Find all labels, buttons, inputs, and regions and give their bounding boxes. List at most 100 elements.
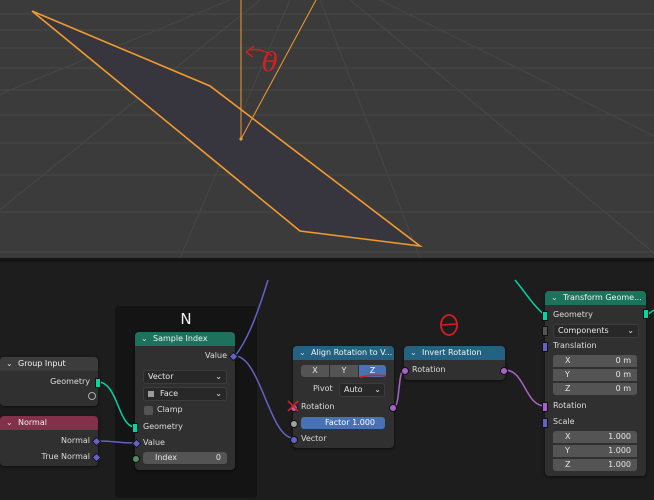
invert-rotation-label: Rotation	[412, 365, 446, 374]
socket-geometry-in[interactable]	[542, 311, 548, 321]
mode-value: Components	[558, 326, 609, 335]
sample-index-header[interactable]: ⌄ Sample Index	[135, 332, 235, 346]
domain-dropdown[interactable]: Face ⌄	[143, 387, 227, 401]
invert-rotation-node[interactable]: ⌄ Invert Rotation Rotation	[401, 346, 508, 380]
group-input-header[interactable]: ⌄ Group Input	[0, 357, 98, 371]
socket-transform-rotation-in[interactable]	[542, 402, 548, 412]
translation-label: Translation	[553, 341, 597, 350]
selected-plane[interactable]	[31, 10, 423, 248]
align-rotation-node[interactable]: ⌄ Align Rotation to V... X Y Z Pivot Aut…	[287, 346, 397, 448]
normal-node[interactable]: ⌄ Normal Normal True Normal	[0, 416, 102, 466]
translation-z-axis: Z	[565, 384, 571, 393]
pivot-dropdown[interactable]: Auto ⌄	[339, 383, 385, 397]
index-field[interactable]: Index 0	[143, 452, 227, 464]
transform-geometry-header[interactable]: ⌄ Transform Geome...	[545, 291, 646, 305]
socket-invert-rotation-in[interactable]	[401, 367, 409, 375]
normal-title: Normal	[18, 418, 47, 427]
dropdown-arrow-icon: ⌄	[627, 326, 634, 335]
scale-y-value: 1.000	[608, 446, 631, 455]
socket-invert-rotation-out[interactable]	[500, 367, 508, 375]
factor-field[interactable]: Factor 1.000	[301, 417, 385, 429]
link-invert-to-transform-rotation	[504, 369, 546, 407]
scale-z-field[interactable]: Z 1.000	[553, 459, 637, 471]
link-align-rotation-to-invert	[393, 369, 405, 408]
scale-x-field[interactable]: X 1.000	[553, 431, 637, 443]
translation-x-field[interactable]: X 0 m	[553, 355, 637, 367]
true-normal-output-label: True Normal	[41, 452, 90, 461]
axis-y-button[interactable]: Y	[330, 365, 358, 377]
dropdown-arrow-icon: ⌄	[374, 385, 381, 394]
invert-rotation-header[interactable]: ⌄ Invert Rotation	[404, 346, 505, 360]
align-rotation-header[interactable]: ⌄ Align Rotation to V...	[293, 346, 394, 360]
link-offscreen-to-transform-geometry	[514, 279, 546, 316]
theta-node-annotation	[440, 314, 458, 336]
factor-label: Factor	[325, 418, 350, 427]
frame-label: N	[180, 310, 192, 328]
socket-vector-in[interactable]	[290, 436, 298, 444]
translation-z-field[interactable]: Z 0 m	[553, 383, 637, 395]
transform-geometry-title: Transform Geome...	[563, 293, 642, 302]
group-input-node[interactable]: ⌄ Group Input Geometry	[0, 357, 101, 406]
transform-geometry-node[interactable]: ⌄ Transform Geome... Geometry Components…	[542, 291, 649, 476]
socket-factor-in[interactable]	[290, 420, 298, 428]
socket-true-normal-out[interactable]	[91, 452, 102, 463]
translation-y-value: 0 m	[615, 370, 631, 379]
object-origin	[239, 137, 243, 141]
scale-x-axis: X	[565, 432, 571, 441]
scale-x-value: 1.000	[608, 432, 631, 441]
socket-geometry-out[interactable]	[643, 309, 649, 319]
pivot-label: Pivot	[313, 384, 333, 393]
scale-z-axis: Z	[565, 460, 571, 469]
socket-index-in[interactable]	[132, 455, 140, 463]
invert-rotation-title: Invert Rotation	[422, 348, 482, 357]
socket-geometry-in[interactable]	[132, 423, 138, 433]
axis-x-button[interactable]: X	[301, 365, 329, 377]
scale-z-value: 1.000	[608, 460, 631, 469]
normal-header[interactable]: ⌄ Normal	[0, 416, 98, 430]
transform-geometry-input-label: Geometry	[553, 310, 593, 319]
socket-scale-in[interactable]	[542, 418, 548, 428]
factor-value: 1.000	[352, 418, 375, 427]
translation-y-field[interactable]: Y 0 m	[553, 369, 637, 381]
data-type-dropdown[interactable]: Vector ⌄	[143, 370, 227, 384]
translation-z-value: 0 m	[615, 384, 631, 393]
index-value: 0	[215, 453, 221, 462]
normal-output-label: Normal	[61, 436, 90, 445]
chevron-down-icon[interactable]: ⌄	[551, 291, 558, 305]
scale-y-field[interactable]: Y 1.000	[553, 445, 637, 457]
group-input-title: Group Input	[18, 359, 66, 368]
clamp-label: Clamp	[157, 405, 183, 414]
sample-geometry-input-label: Geometry	[143, 422, 183, 431]
chevron-down-icon[interactable]: ⌄	[299, 346, 306, 360]
red-underline-annotation	[359, 374, 387, 378]
sample-index-node[interactable]: ⌄ Sample Index Value Vector ⌄ Face ⌄ Cla…	[131, 332, 239, 470]
translation-x-value: 0 m	[615, 356, 631, 365]
socket-normal-out[interactable]	[91, 436, 102, 447]
mode-dropdown[interactable]: Components ⌄	[553, 324, 639, 338]
socket-geometry-out[interactable]	[95, 378, 101, 388]
data-type-value: Vector	[148, 372, 174, 381]
sample-index-title: Sample Index	[153, 334, 208, 343]
socket-mode-in[interactable]	[542, 326, 548, 336]
socket-translation-in[interactable]	[542, 342, 548, 352]
socket-rotation-out[interactable]	[389, 404, 397, 412]
theta-annotation: θ	[262, 48, 278, 78]
translation-x-axis: X	[565, 356, 571, 365]
sample-value-output-label: Value	[205, 351, 227, 360]
chevron-down-icon[interactable]: ⌄	[6, 416, 13, 430]
chevron-down-icon[interactable]: ⌄	[410, 346, 417, 360]
index-label: Index	[155, 453, 178, 462]
chevron-down-icon[interactable]: ⌄	[141, 332, 148, 346]
scale-label: Scale	[553, 417, 575, 426]
socket-empty-out[interactable]	[88, 392, 96, 400]
3d-viewport[interactable]: θ	[0, 0, 654, 258]
align-rotation-input-label: Rotation	[301, 402, 335, 411]
clamp-checkbox[interactable]	[144, 406, 153, 415]
align-rotation-title: Align Rotation to V...	[311, 348, 393, 357]
scale-y-axis: Y	[565, 446, 570, 455]
geometry-output-label: Geometry	[50, 377, 90, 386]
viewport-scene: θ	[0, 0, 654, 258]
node-editor[interactable]: N ⌄ Group Input Geometry ⌄ Normal Normal…	[0, 262, 654, 500]
chevron-down-icon[interactable]: ⌄	[6, 357, 13, 371]
red-x-annotation	[287, 400, 299, 412]
